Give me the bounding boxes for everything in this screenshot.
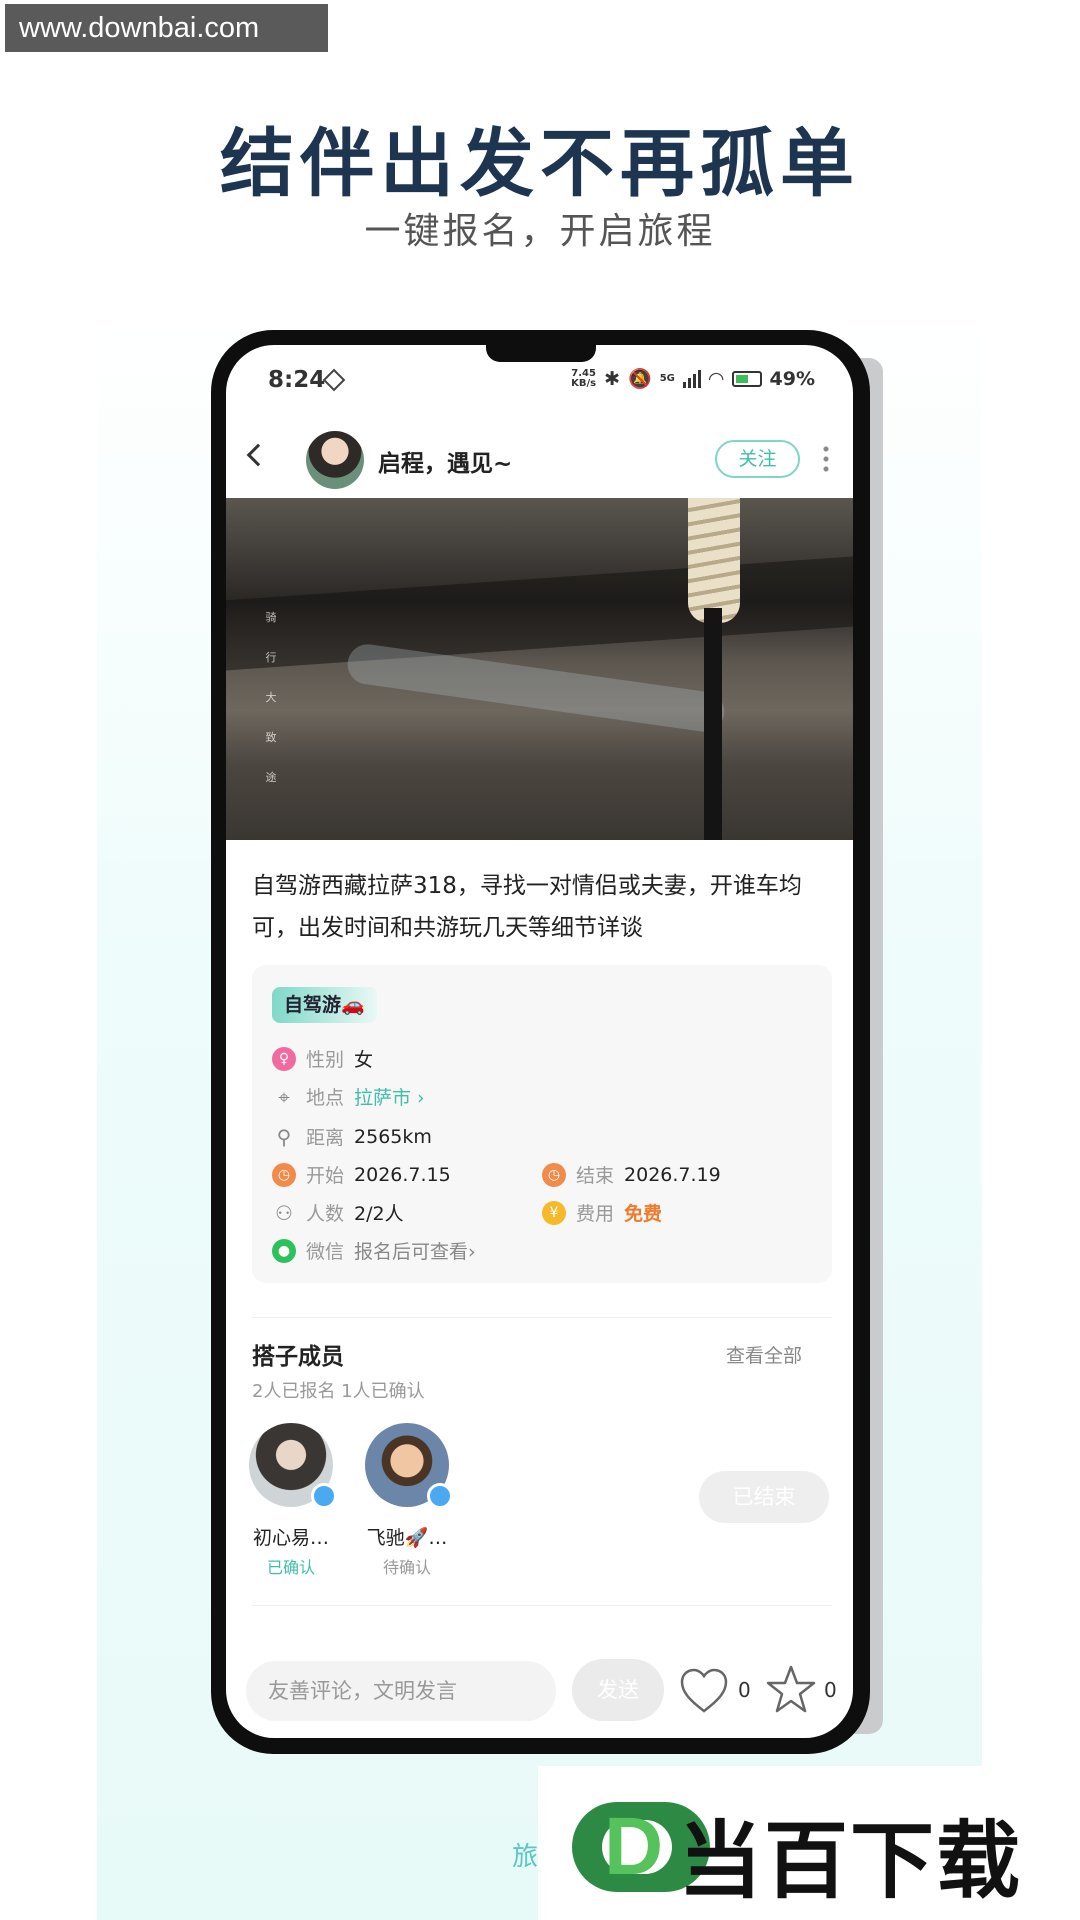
gender-icon: ♀ <box>272 1046 296 1071</box>
clock-icon: ◷ <box>272 1162 296 1187</box>
start-value: 2026.7.15 <box>354 1163 451 1186</box>
people-row: ⚇ 人数 2/2人 <box>272 1199 404 1226</box>
bluetooth-icon: ✱ <box>604 367 621 390</box>
battery-percent: 49% <box>769 367 815 390</box>
nfc-icon <box>322 368 346 392</box>
network-type: 5G <box>659 373 675 384</box>
gender-row: ♀ 性别 女 <box>272 1045 373 1072</box>
cost-label: 费用 <box>576 1203 615 1225</box>
send-button[interactable]: 发送 <box>572 1659 664 1721</box>
follow-button[interactable]: 关注 <box>715 440 800 478</box>
trip-type-tag: 自驾游🚗 <box>272 987 377 1023</box>
wechat-value[interactable]: 报名后可查看› <box>354 1237 476 1264</box>
gender-value: 女 <box>354 1049 374 1071</box>
trip-info-card: 自驾游🚗 ♀ 性别 女 ⌖ 地点 拉萨市 › ⚲ 距离 2565km ◷ 开始 … <box>252 965 832 1283</box>
heart-icon[interactable] <box>678 1665 730 1717</box>
gender-label: 性别 <box>306 1049 345 1071</box>
people-label: 人数 <box>306 1203 345 1225</box>
site-watermark: www.downbai.com <box>5 4 328 52</box>
people-icon: ⚇ <box>275 1200 293 1225</box>
location-value[interactable]: 拉萨市 › <box>354 1083 425 1110</box>
photo-vertical-text: 骑 行 大 致 途 <box>265 611 277 784</box>
section-divider <box>252 1317 832 1318</box>
back-arrow-icon[interactable] <box>246 443 270 467</box>
speed-unit: KB/s <box>571 377 597 389</box>
wechat-row[interactable]: ● 微信 报名后可查看› <box>272 1237 476 1264</box>
route-icon: ⚲ <box>276 1124 292 1149</box>
verified-badge-icon <box>311 1483 337 1509</box>
mute-icon: 🔕 <box>628 368 652 390</box>
more-options-icon[interactable] <box>823 444 829 474</box>
promo-subline: 一键报名，开启旅程 <box>364 211 716 252</box>
people-value: 2/2人 <box>354 1203 404 1225</box>
comment-input[interactable]: 友善评论，文明发言 <box>246 1661 556 1721</box>
post-description: 自驾游西藏拉萨318，寻找一对情侣或夫妻，开谁车均可，出发时间和共游玩几天等细节… <box>252 873 802 941</box>
network-speed: 7.45 KB/s <box>571 368 597 389</box>
distance-value: 2565km <box>354 1125 432 1148</box>
like-count: 0 <box>738 1678 751 1702</box>
wifi-icon: ◠ <box>708 367 724 390</box>
cost-value: 免费 <box>624 1203 663 1225</box>
star-icon[interactable] <box>764 1663 818 1717</box>
member-item[interactable]: 飞驰🚀… 待确认 <box>352 1423 462 1578</box>
photo-pole <box>704 608 722 840</box>
status-time: 8:24 <box>268 367 326 393</box>
favorite-count: 0 <box>824 1678 837 1702</box>
distance-label: 距离 <box>306 1127 345 1149</box>
view-all-link[interactable]: 查看全部 <box>726 1341 802 1368</box>
member-status: 待确认 <box>382 1558 431 1577</box>
start-row: ◷ 开始 2026.7.15 <box>272 1161 451 1188</box>
logo-letter: D <box>604 1801 664 1892</box>
logo-text: 当百下载 <box>678 1812 1023 1910</box>
promo-headline: 结伴出发不再孤单 <box>220 121 860 207</box>
member-name: 初心易… <box>252 1527 329 1549</box>
signal-icon <box>682 369 701 388</box>
location-row[interactable]: ⌖ 地点 拉萨市 › <box>272 1083 425 1110</box>
start-label: 开始 <box>306 1165 345 1187</box>
section-divider <box>252 1605 832 1606</box>
end-value: 2026.7.19 <box>624 1163 721 1186</box>
member-status: 已确认 <box>266 1558 315 1577</box>
ended-button[interactable]: 已结束 <box>699 1471 829 1523</box>
phone-screen: 8:24 7.45 KB/s ✱ 🔕 5G ◠ 49% 启程，遇见~ 关注 骑 … <box>226 345 853 1738</box>
member-avatar[interactable] <box>365 1423 453 1509</box>
clock-icon: ◷ <box>542 1162 566 1187</box>
end-label: 结束 <box>576 1165 615 1187</box>
verified-badge-icon <box>427 1483 453 1509</box>
members-title: 搭子成员 <box>252 1344 344 1370</box>
location-pin-icon: ⌖ <box>278 1084 290 1109</box>
location-label: 地点 <box>306 1087 345 1109</box>
author-avatar[interactable] <box>306 431 364 489</box>
camera-notch <box>486 336 596 362</box>
member-item[interactable]: 初心易… 已确认 <box>236 1423 346 1578</box>
post-photo[interactable]: 骑 行 大 致 途 <box>226 498 853 840</box>
prayer-flags <box>688 498 740 623</box>
brand-logo: D 当百下载 <box>538 1766 1080 1920</box>
photo-stream <box>345 641 727 735</box>
partial-caption: 旅 <box>512 1842 539 1872</box>
author-name[interactable]: 启程，遇见~ <box>378 444 512 478</box>
wechat-label: 微信 <box>306 1241 345 1263</box>
post-header: 启程，遇见~ 关注 <box>226 425 853 495</box>
status-icons: 7.45 KB/s ✱ 🔕 5G ◠ 49% <box>571 367 815 391</box>
end-row: ◷ 结束 2026.7.19 <box>542 1161 721 1188</box>
member-name: 飞驰🚀… <box>366 1527 448 1549</box>
wechat-icon: ● <box>272 1238 296 1263</box>
cost-row: ¥ 费用 免费 <box>542 1199 662 1226</box>
distance-row: ⚲ 距离 2565km <box>272 1123 432 1150</box>
coin-icon: ¥ <box>542 1200 566 1225</box>
members-summary: 2人已报名 1人已确认 <box>252 1381 425 1402</box>
member-avatar[interactable] <box>249 1423 337 1509</box>
photo-shadow <box>226 554 853 672</box>
battery-icon <box>731 370 762 387</box>
